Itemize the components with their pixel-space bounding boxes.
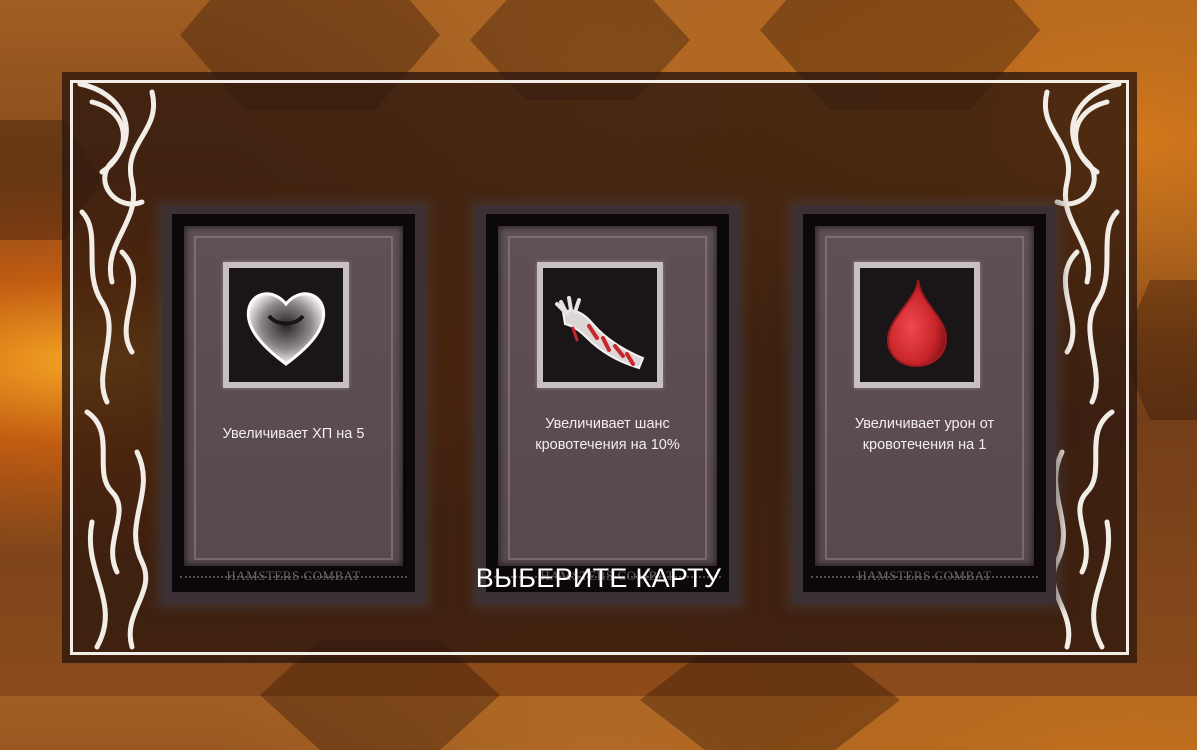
card-body: Увеличивает ХП на 5 HAMSTERS COMBAT — [172, 214, 415, 592]
card-bleed-damage[interactable]: Увеличивает урон от кровотечения на 1 HA… — [793, 206, 1056, 604]
card-icon-frame — [854, 262, 980, 388]
card-hp[interactable]: Увеличивает ХП на 5 HAMSTERS COMBAT — [162, 206, 425, 604]
card-description: Увеличивает ХП на 5 — [222, 426, 365, 442]
card-face: Увеличивает шанс кровотечения на 10% — [498, 226, 717, 566]
card-description: Увеличивает урон от кровотечения на 1 — [854, 416, 995, 453]
card-body: Увеличивает урон от кровотечения на 1 HA… — [803, 214, 1046, 592]
card-face: Увеличивает урон от кровотечения на 1 — [815, 226, 1034, 566]
bloody-arm-icon — [555, 296, 645, 370]
card-face: Увеличивает ХП на 5 — [184, 226, 403, 566]
card-icon-frame — [223, 262, 349, 388]
card-body: Увеличивает шанс кровотечения на 10% HAM… — [486, 214, 729, 592]
card-description: Увеличивает шанс кровотечения на 10% — [535, 416, 680, 453]
heart-icon — [246, 292, 326, 366]
choose-card-title: ВЫБЕРИТЕ КАРТУ — [475, 563, 722, 593]
card-icon-frame — [537, 262, 663, 388]
blood-drop-icon — [886, 279, 948, 368]
card-bleed-chance[interactable]: Увеличивает шанс кровотечения на 10% HAM… — [476, 206, 739, 604]
